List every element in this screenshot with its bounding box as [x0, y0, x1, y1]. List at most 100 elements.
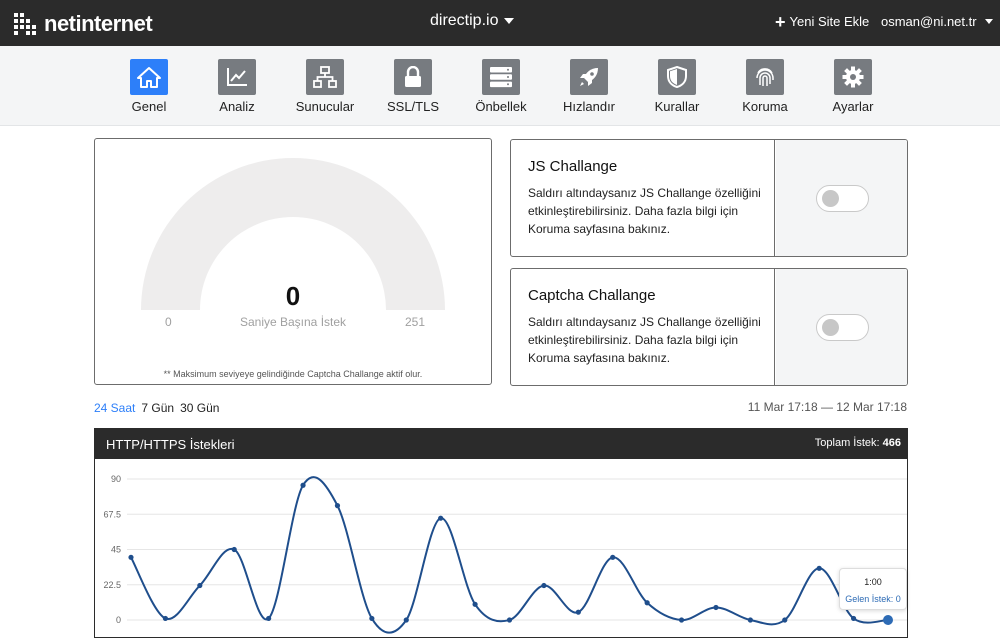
data-point	[713, 604, 719, 611]
gauge-note: ** Maksimum seviyeye gelindiğinde Captch…	[163, 369, 423, 379]
nav-label: Sunucular	[295, 99, 355, 114]
chart-icon	[218, 59, 256, 95]
nav-item-genel[interactable]: Genel	[105, 59, 193, 114]
y-tick-label: 67.5	[103, 509, 121, 519]
y-tick-label: 0	[116, 615, 121, 625]
chart-total-value: 466	[882, 437, 901, 449]
nav-item-hizlandir[interactable]: Hızlandır	[545, 59, 633, 114]
range-tab-24h[interactable]: 24 Saat	[94, 401, 135, 415]
series-line	[130, 476, 889, 634]
data-point	[128, 554, 134, 560]
main-nav: Genel Analiz Sunucular SSL/TLS Önbellek …	[0, 46, 1000, 126]
captcha-challenge-toggle-area	[776, 269, 907, 385]
requests-chart-card: HTTP/HTTPS İstekleri Toplam İstek: 466 9…	[94, 428, 908, 638]
gauge	[141, 158, 445, 310]
data-point	[678, 617, 685, 623]
nav-item-kurallar[interactable]: Kurallar	[633, 59, 721, 114]
captcha-challenge-text: Captcha Challange Saldırı altındaysanız …	[511, 269, 775, 385]
y-tick-label: 45	[111, 545, 121, 555]
lock-icon	[394, 59, 432, 95]
logo-text: netinternet	[44, 11, 153, 36]
range-tabs: 24 Saat 7 Gün 30 Gün	[94, 401, 219, 415]
nav-label: Önbellek	[475, 99, 527, 114]
gauge-card: 0 Saniye Başına İstek 0 251 ** Maksimum …	[94, 138, 492, 385]
js-challenge-card: JS Challange Saldırı altındaysanız JS Ch…	[510, 139, 908, 257]
data-point	[610, 554, 616, 560]
js-challenge-title: JS Challange	[528, 158, 618, 175]
data-point	[506, 617, 513, 623]
requests-line-chart: 90 67.5 45 22.5 0	[103, 474, 907, 634]
server-icon	[482, 59, 520, 95]
caret-down-icon	[504, 18, 515, 24]
data-point	[575, 609, 581, 615]
data-point	[403, 617, 409, 623]
site-name: directip.io	[430, 12, 499, 29]
rocket-icon	[570, 59, 608, 95]
data-point	[300, 482, 306, 488]
data-point	[541, 582, 547, 589]
chart-total-label: Toplam İstek:	[814, 437, 880, 449]
data-point	[472, 601, 478, 607]
js-challenge-toggle[interactable]	[816, 185, 869, 212]
chart-tooltip: 1:00 Gelen İstek: 0	[839, 568, 907, 610]
toggle-knob	[822, 190, 839, 207]
data-point	[438, 515, 444, 521]
caret-down-icon	[984, 19, 993, 24]
nav-label: SSL/TLS	[386, 99, 440, 114]
gauge-label: Saniye Başına İstek	[239, 315, 347, 329]
data-point	[369, 615, 375, 622]
tooltip-value: Gelen İstek: 0	[845, 594, 901, 604]
tooltip-time: 1:00	[864, 577, 882, 587]
nav-item-ssl[interactable]: SSL/TLS	[369, 59, 457, 114]
gauge-min: 0	[165, 315, 172, 329]
captcha-challenge-toggle[interactable]	[816, 314, 869, 341]
nav-item-koruma[interactable]: Koruma	[721, 59, 809, 114]
user-email: osman@ni.net.tr	[881, 14, 977, 29]
y-tick-label: 22.5	[103, 580, 121, 590]
data-point	[197, 582, 203, 589]
js-challenge-toggle-area	[776, 140, 907, 256]
data-point	[850, 615, 857, 622]
nav-item-ayarlar[interactable]: Ayarlar	[809, 59, 897, 114]
network-icon	[306, 59, 344, 95]
toggle-knob	[822, 319, 839, 336]
fingerprint-icon	[746, 59, 784, 95]
logo[interactable]: netinternet	[14, 11, 153, 37]
gear-icon	[834, 59, 872, 95]
nav-item-analiz[interactable]: Analiz	[193, 59, 281, 114]
range-tab-30d[interactable]: 30 Gün	[180, 401, 219, 415]
js-challenge-text: JS Challange Saldırı altındaysanız JS Ch…	[511, 140, 775, 256]
home-icon	[130, 59, 168, 95]
plus-icon: +	[775, 11, 786, 32]
captcha-challenge-description: Saldırı altındaysanız JS Challange özell…	[528, 315, 761, 365]
gauge-value: 0	[285, 281, 301, 311]
y-tick-label: 90	[111, 474, 121, 484]
logo-mark-icon	[14, 13, 36, 35]
data-point	[334, 503, 341, 509]
nav-label: Hızlandır	[562, 99, 616, 114]
data-point	[231, 546, 237, 553]
add-site-button[interactable]: + Yeni Site Ekle	[775, 11, 870, 32]
captcha-challenge-card: Captcha Challange Saldırı altındaysanız …	[510, 268, 908, 386]
chart-total: Toplam İstek: 466	[815, 437, 901, 449]
chart-title: HTTP/HTTPS İstekleri	[106, 437, 235, 452]
nav-item-onbellek[interactable]: Önbellek	[457, 59, 545, 114]
gauge-max: 251	[405, 315, 426, 329]
nav-label: Analiz	[219, 99, 255, 114]
site-selector[interactable]: directip.io	[430, 12, 515, 30]
captcha-challenge-title: Captcha Challange	[528, 287, 656, 304]
data-point	[883, 615, 893, 625]
data-point	[644, 600, 650, 606]
nav-label: Genel	[131, 99, 167, 114]
js-challenge-description: Saldırı altındaysanız JS Challange özell…	[528, 186, 761, 236]
nav-label: Koruma	[742, 99, 788, 114]
data-point	[162, 615, 169, 622]
add-site-label: Yeni Site Ekle	[789, 14, 870, 29]
chart-header: HTTP/HTTPS İstekleri Toplam İstek: 466	[95, 429, 907, 459]
user-menu[interactable]: osman@ni.net.tr	[881, 14, 993, 29]
nav-item-sunucular[interactable]: Sunucular	[281, 59, 369, 114]
range-tab-7d[interactable]: 7 Gün	[141, 401, 174, 415]
top-bar: netinternet directip.io + Yeni Site Ekle…	[0, 0, 1000, 46]
nav-label: Ayarlar	[832, 99, 874, 114]
range-dates: 11 Mar 17:18 — 12 Mar 17:18	[747, 400, 907, 414]
